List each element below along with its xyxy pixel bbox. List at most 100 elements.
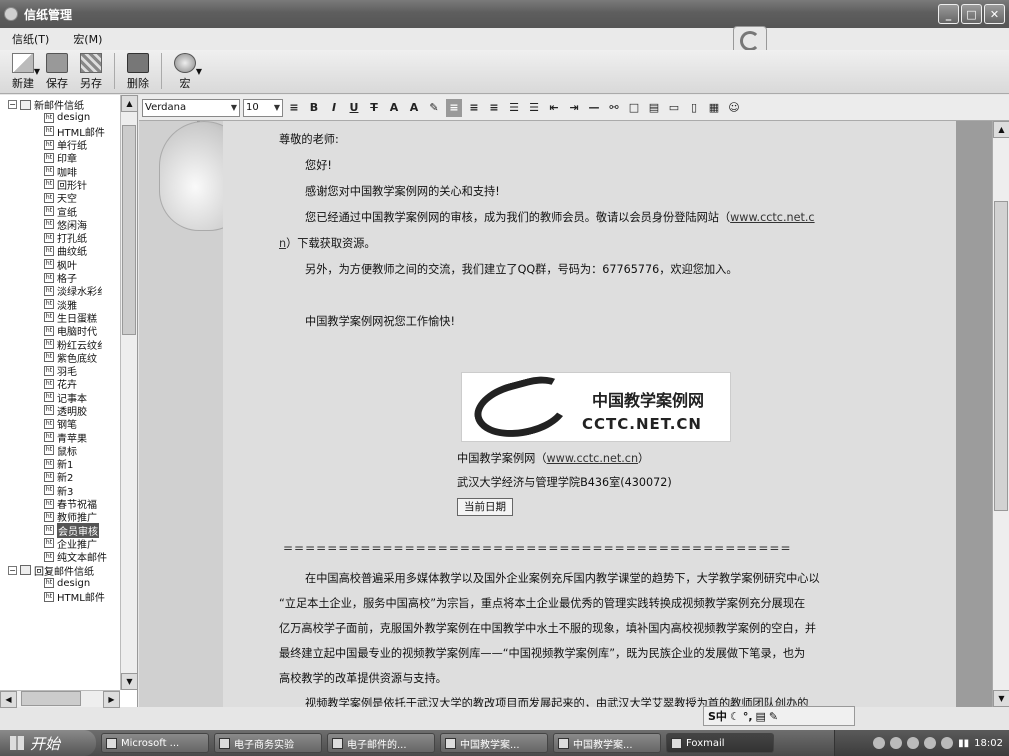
insert-table-button[interactable]: □	[626, 99, 642, 117]
tree-item[interactable]: ht 格子	[0, 271, 120, 285]
strikethrough-button[interactable]: T	[366, 99, 382, 117]
tree-scroll-thumb[interactable]	[122, 125, 136, 335]
tree-item[interactable]: ht 打孔纸	[0, 231, 120, 245]
tree-item[interactable]: ht 新1	[0, 457, 120, 471]
italic-button[interactable]: I	[326, 99, 342, 117]
tree-item[interactable]: ht 曲纹纸	[0, 244, 120, 258]
scroll-up-icon[interactable]: ▲	[993, 121, 1009, 138]
numbered-list-button[interactable]: ☰	[506, 99, 522, 117]
save-button[interactable]: 保存	[40, 51, 74, 93]
tree-item[interactable]: ht 春节祝福	[0, 497, 120, 511]
editor-scroll-thumb[interactable]	[994, 201, 1008, 511]
tree-item[interactable]: ht 记事本	[0, 391, 120, 405]
tray-network-icon[interactable]	[907, 737, 920, 749]
tree-item[interactable]: ht 印章	[0, 151, 120, 165]
tree-item[interactable]: ht 回形针	[0, 178, 120, 192]
tree-folder[interactable]: − 回复邮件信纸	[0, 563, 120, 578]
ime-moon-icon[interactable]: ☾	[730, 710, 740, 723]
save-as-button[interactable]: 另存	[74, 51, 108, 93]
close-button[interactable]: ✕	[984, 4, 1005, 24]
tree-item[interactable]: ht 青苹果	[0, 430, 120, 445]
start-button[interactable]: 开始	[0, 730, 96, 756]
tree-horizontal-scrollbar[interactable]: ◀ ▶	[0, 690, 120, 708]
clock[interactable]: 18:02	[974, 738, 1003, 749]
insert-box-button[interactable]: ▯	[686, 99, 702, 117]
tree-item[interactable]: ht HTML邮件	[0, 125, 120, 139]
scroll-left-icon[interactable]: ◀	[0, 691, 17, 708]
insert-image-button[interactable]: ▤	[646, 99, 662, 117]
link-button[interactable]: ⚯	[606, 99, 622, 117]
tree-item[interactable]: ht 纯文本邮件	[0, 550, 120, 564]
tree-item[interactable]: ht design	[0, 111, 120, 124]
highlight-button[interactable]: A	[406, 99, 422, 117]
taskbar-task[interactable]: 电子商务实验	[214, 733, 322, 753]
tree-item[interactable]: ht 鼠标	[0, 444, 120, 458]
tree-item[interactable]: ht 花卉	[0, 377, 120, 391]
font-family-select[interactable]: Verdana ▼	[142, 98, 240, 117]
tree-item[interactable]: ht 单行纸	[0, 138, 120, 152]
tree-item[interactable]: ht 紫色底纹	[0, 351, 120, 365]
tree-item[interactable]: ht 羽毛	[0, 364, 120, 378]
align-center-button[interactable]: ≡	[466, 99, 482, 117]
macro-dropdown-icon[interactable]: ▼	[196, 67, 202, 76]
ime-settings-icon[interactable]: ✎	[769, 710, 778, 723]
scroll-down-icon[interactable]: ▼	[993, 690, 1009, 707]
tree-item[interactable]: ht design	[0, 577, 120, 590]
delete-button[interactable]: 删除	[121, 51, 155, 93]
editor-vertical-scrollbar[interactable]: ▲ ▼	[992, 121, 1009, 707]
insert-grid-button[interactable]: ▦	[706, 99, 722, 117]
bullet-list-button[interactable]: ☰	[526, 99, 542, 117]
font-size-select[interactable]: 10 ▼	[243, 98, 283, 117]
align-left-button[interactable]: ≡	[446, 98, 462, 117]
title-bar[interactable]: 信纸管理 _ □ ✕	[0, 0, 1009, 28]
letter-content[interactable]: 尊敬的老师: 您好! 感谢您对中国教学案例网的关心和支持! 您已经通过中国教学案…	[279, 127, 904, 335]
ime-keyboard-icon[interactable]: ▤	[756, 710, 766, 723]
tree-item[interactable]: ht 悠闲海	[0, 218, 120, 232]
tree-item[interactable]: ht 粉红云纹纟	[0, 337, 120, 352]
tray-qq-icon[interactable]	[941, 737, 954, 749]
tree-item[interactable]: ht 淡绿水彩纟	[0, 284, 120, 298]
taskbar-task[interactable]: 中国教学案...	[440, 733, 548, 753]
current-date-button[interactable]: 当前日期	[457, 498, 513, 516]
taskbar-task[interactable]: 电子邮件的...	[327, 733, 435, 753]
minimize-button[interactable]: _	[938, 4, 959, 24]
insert-emoticon-button[interactable]: ☺	[726, 99, 742, 117]
tree-item[interactable]: ht 新2	[0, 470, 120, 484]
tray-security-icon[interactable]	[924, 737, 937, 749]
scroll-up-icon[interactable]: ▲	[121, 95, 138, 112]
tree-item[interactable]: ht 生日蛋糕	[0, 311, 120, 325]
tree-item[interactable]: ht 淡雅	[0, 297, 120, 312]
collapse-icon[interactable]: −	[8, 565, 17, 575]
macro-button[interactable]: 宏 ▼	[168, 51, 202, 93]
underline-button[interactable]: U	[346, 99, 362, 117]
letter-editor[interactable]: 尊敬的老师: 您好! 感谢您对中国教学案例网的关心和支持! 您已经通过中国教学案…	[139, 121, 992, 707]
align-right-button[interactable]: ≡	[486, 99, 502, 117]
tree-item[interactable]: ht 天空	[0, 191, 120, 205]
tree-folder[interactable]: − 新邮件信纸	[0, 98, 120, 112]
menu-letterpaper[interactable]: 信纸(T)	[0, 31, 61, 47]
insert-frame-button[interactable]: ▭	[666, 99, 682, 117]
website-link[interactable]: www.cctc.net.c	[730, 211, 814, 224]
horizontal-rule-button[interactable]: —	[586, 99, 602, 117]
tree-item[interactable]: ht 咖啡	[0, 164, 120, 179]
scroll-right-icon[interactable]: ▶	[103, 691, 120, 708]
clear-format-button[interactable]: ✎	[426, 99, 442, 117]
tree-item[interactable]: ht 枫叶	[0, 258, 120, 272]
ime-punct-icon[interactable]: °,	[743, 710, 753, 723]
tree-hscroll-thumb[interactable]	[21, 691, 81, 706]
maximize-button[interactable]: □	[961, 4, 982, 24]
bold-button[interactable]: B	[306, 99, 322, 117]
tree-vertical-scrollbar[interactable]: ▲ ▼	[120, 95, 138, 690]
tree-item[interactable]: ht 透明胶	[0, 404, 120, 418]
taskbar-task[interactable]: Microsoft ...	[101, 733, 209, 753]
tree-item[interactable]: ht 教师推广	[0, 510, 120, 524]
tray-input-icon[interactable]	[873, 737, 886, 749]
line-spacing-button[interactable]: ≡	[286, 99, 302, 117]
scroll-down-icon[interactable]: ▼	[121, 673, 138, 690]
tree-item[interactable]: ht 新3	[0, 484, 120, 498]
tree-item[interactable]: ht 会员审核	[0, 522, 120, 538]
indent-button[interactable]: ⇥	[566, 99, 582, 117]
tree-item[interactable]: ht 宣纸	[0, 204, 120, 219]
tree-item[interactable]: ht 电脑时代	[0, 324, 120, 338]
taskbar-task[interactable]: 中国教学案...	[553, 733, 661, 753]
